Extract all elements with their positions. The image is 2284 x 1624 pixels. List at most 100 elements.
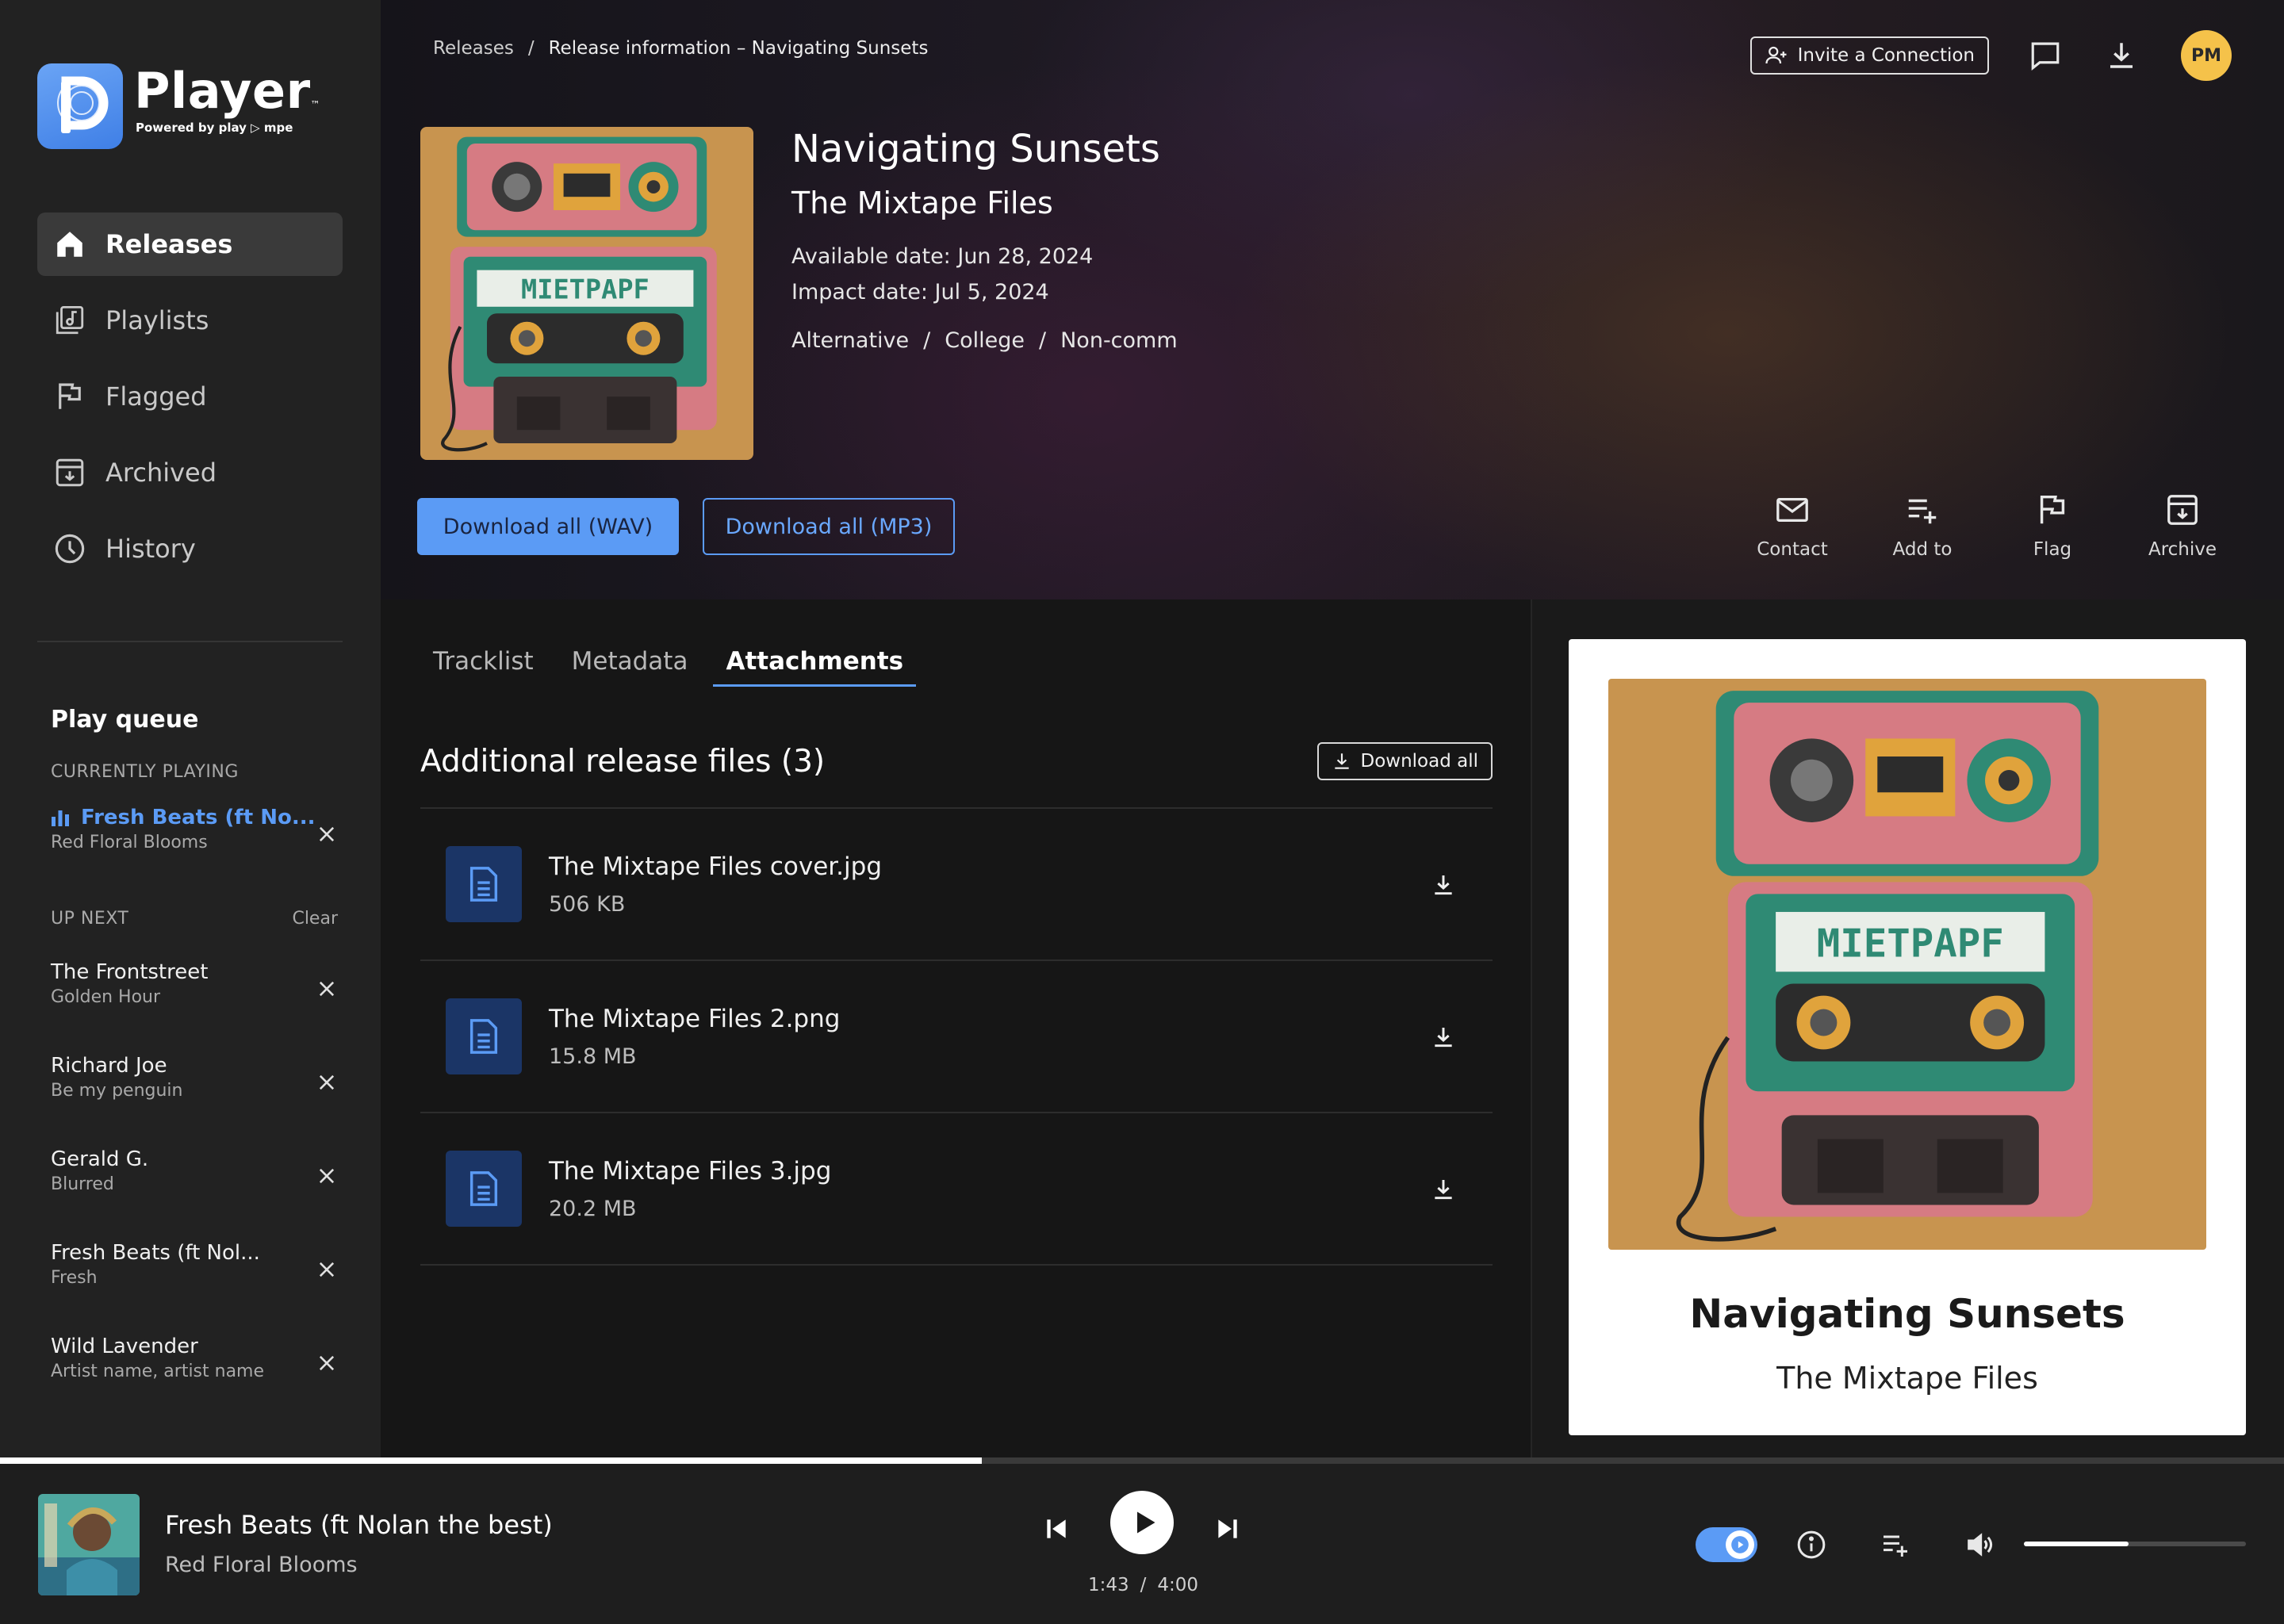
release-header: Releases / Release information – Navigat… — [381, 0, 2284, 599]
nav-item-history[interactable]: History — [37, 517, 343, 580]
download-wav-button[interactable]: Download all (WAV) — [417, 498, 679, 555]
cover-label: MIETPAPF — [1817, 921, 2004, 967]
impact-date: Impact date: Jul 5, 2024 — [791, 280, 1049, 304]
release-info: Navigating Sunsets The Mixtape Files Ava… — [791, 127, 1178, 353]
genre-tag: Non-comm — [1060, 328, 1178, 353]
volume-slider[interactable] — [2024, 1542, 2246, 1546]
list-item[interactable]: Fresh Beats (ft Nol... Fresh — [51, 1241, 338, 1298]
attachments-panel: Tracklist Metadata Attachments Additiona… — [381, 599, 1531, 1457]
now-playing-artist[interactable]: Red Floral Blooms — [165, 1553, 358, 1577]
up-next-label: UP NEXT — [51, 909, 129, 929]
total-time: 4:00 — [1157, 1575, 1199, 1595]
autoplay-toggle[interactable] — [1696, 1527, 1757, 1562]
download-mp3-button[interactable]: Download all (MP3) — [703, 498, 955, 555]
elapsed-time: 1:43 — [1088, 1575, 1129, 1595]
file-name: The Mixtape Files 3.jpg — [549, 1156, 832, 1185]
play-button[interactable] — [1110, 1491, 1174, 1554]
archive-button[interactable]: Archive — [2117, 492, 2248, 560]
nav-label: History — [105, 534, 196, 564]
invite-label: Invite a Connection — [1797, 45, 1975, 66]
list-item[interactable]: The Mixtape Files 3.jpg 20.2 MB — [420, 1113, 1493, 1266]
release-title: Navigating Sunsets — [791, 127, 1160, 171]
nav-item-flagged[interactable]: Flagged — [37, 365, 343, 428]
remove-icon[interactable] — [316, 1165, 338, 1187]
download-icon[interactable] — [1431, 1025, 1456, 1050]
genre-tag: College — [945, 328, 1025, 353]
volume-icon[interactable] — [1964, 1529, 1995, 1561]
tab-tracklist[interactable]: Tracklist — [433, 647, 534, 687]
download-icon[interactable] — [1431, 1177, 1456, 1202]
now-playing-artwork — [38, 1494, 140, 1595]
app-logo[interactable]: Player™ Powered by play ▷ mpe — [37, 63, 320, 149]
now-playing-title[interactable]: Fresh Beats (ft Nolan the best) — [165, 1510, 553, 1540]
action-label: Add to — [1892, 539, 1953, 560]
info-icon[interactable] — [1795, 1529, 1827, 1561]
queue-title: Play queue — [51, 706, 199, 733]
clock-icon — [55, 534, 85, 564]
play-circle-icon — [1731, 1536, 1749, 1553]
remove-icon[interactable] — [316, 1352, 338, 1374]
genre-tag: Alternative — [791, 328, 910, 353]
queue-add-icon[interactable] — [1880, 1529, 1911, 1561]
preview-cover: MIETPAPF — [1608, 679, 2206, 1250]
invite-connection-button[interactable]: Invite a Connection — [1749, 36, 1989, 75]
list-item[interactable]: The Frontstreet Golden Hour — [51, 960, 338, 1017]
queue-item-artist: Golden Hour — [51, 987, 161, 1007]
list-item[interactable]: The Mixtape Files 2.png 15.8 MB — [420, 961, 1493, 1113]
top-actions: Invite a Connection PM — [1749, 30, 2284, 81]
queue-item-artist: Artist name, artist name — [51, 1362, 265, 1381]
action-label: Archive — [2148, 539, 2217, 560]
file-name: The Mixtape Files 2.png — [549, 1004, 841, 1033]
file-size: 20.2 MB — [549, 1196, 637, 1221]
nav-item-archived[interactable]: Archived — [37, 441, 343, 504]
remove-icon[interactable] — [316, 1258, 338, 1281]
document-icon — [446, 1151, 522, 1227]
nav-item-releases[interactable]: Releases — [37, 213, 343, 276]
tag-separator: / — [1039, 328, 1047, 353]
play-icon — [1137, 1511, 1155, 1534]
tag-separator: / — [923, 328, 931, 353]
next-track-icon[interactable] — [1212, 1513, 1244, 1545]
tab-attachments[interactable]: Attachments — [713, 647, 916, 687]
release-artist[interactable]: The Mixtape Files — [791, 186, 1178, 220]
message-icon[interactable] — [2029, 39, 2062, 72]
download-all-button[interactable]: Download all — [1317, 742, 1493, 780]
queue-current-title: Fresh Beats (ft No... — [81, 806, 316, 829]
list-item[interactable]: The Mixtape Files cover.jpg 506 KB — [420, 809, 1493, 961]
contact-button[interactable]: Contact — [1727, 492, 1857, 560]
genre-tags: Alternative / College / Non-comm — [791, 328, 1178, 353]
file-name: The Mixtape Files cover.jpg — [549, 852, 882, 881]
list-item[interactable]: Gerald G. Blurred — [51, 1147, 338, 1205]
list-item[interactable]: Wild Lavender Artist name, artist name — [51, 1335, 338, 1392]
avatar[interactable]: PM — [2181, 30, 2232, 81]
time-separator: / — [1140, 1575, 1147, 1595]
release-actions: Contact Add to Flag Archive — [1727, 492, 2248, 560]
breadcrumb: Releases / Release information – Navigat… — [433, 38, 928, 59]
playback-progress-bar[interactable] — [0, 1457, 2284, 1464]
add-person-icon — [1765, 46, 1787, 64]
queue-item-title: Richard Joe — [51, 1054, 167, 1078]
previous-track-icon[interactable] — [1040, 1513, 1072, 1545]
file-size: 506 KB — [549, 891, 626, 917]
remove-icon[interactable] — [316, 823, 338, 845]
play-queue: Play queue CURRENTLY PLAYING Fresh Beats… — [51, 706, 338, 1428]
queue-current-item[interactable]: Fresh Beats (ft No... Red Floral Blooms — [51, 806, 338, 863]
list-item[interactable]: Richard Joe Be my penguin — [51, 1054, 338, 1111]
tab-metadata[interactable]: Metadata — [572, 647, 688, 687]
clear-queue-button[interactable]: Clear — [292, 909, 338, 929]
flag-icon — [59, 383, 81, 409]
nav-item-playlists[interactable]: Playlists — [37, 289, 343, 352]
sidebar-divider — [37, 641, 343, 642]
queue-item-title: Wild Lavender — [51, 1335, 198, 1358]
add-to-button[interactable]: Add to — [1857, 492, 1987, 560]
document-icon — [446, 846, 522, 922]
download-icon[interactable] — [2105, 39, 2138, 72]
flag-button[interactable]: Flag — [1987, 492, 2117, 560]
remove-icon[interactable] — [316, 1071, 338, 1094]
queue-item-title: Gerald G. — [51, 1147, 149, 1171]
breadcrumb-releases-link[interactable]: Releases — [433, 38, 514, 59]
release-cover: MIETPAPF — [420, 127, 753, 460]
download-icon[interactable] — [1431, 872, 1456, 898]
action-label: Flag — [2033, 539, 2072, 560]
remove-icon[interactable] — [316, 978, 338, 1000]
